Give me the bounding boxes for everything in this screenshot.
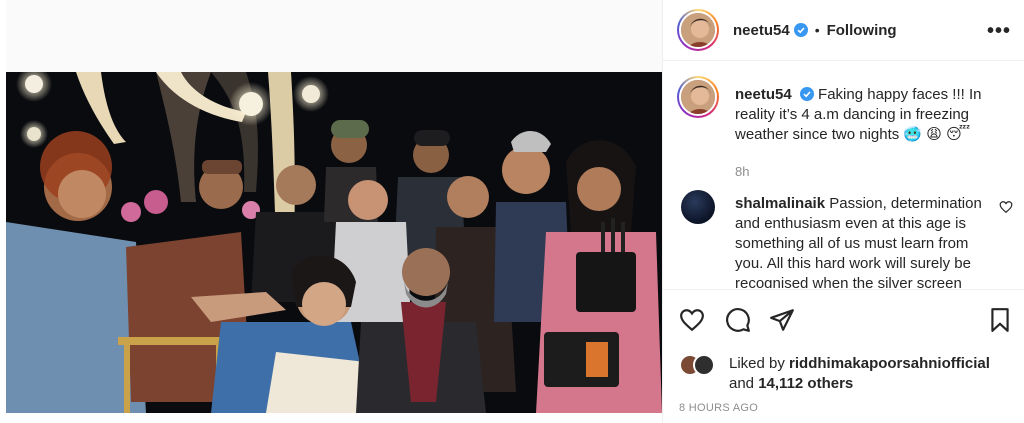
caption-avatar[interactable] [677,76,719,118]
post-actions: Liked by riddhimakapoorsahniofficial and… [663,289,1024,423]
more-options-icon[interactable]: ••• [987,20,1011,43]
caption-username[interactable]: neetu54 [735,86,792,103]
post-timestamp[interactable]: 8 HOURS AGO [679,402,758,414]
verified-badge-icon [799,87,814,101]
post-header: neetu54 • Following ••• [663,0,1024,61]
share-icon[interactable] [769,307,795,333]
caption-text: neetu54 Faking happy faces !!! In realit… [735,85,1007,145]
post-side-panel: neetu54 • Following ••• neetu54 Faking h… [662,0,1024,423]
like-heart-icon[interactable] [679,307,705,333]
liked-by-user[interactable]: riddhimakapoorsahniofficial [789,355,990,372]
comments-section: neetu54 Faking happy faces !!! In realit… [663,62,1024,288]
comment-text: shalmalinaik Passion, determination and … [735,194,997,288]
caption-timestamp[interactable]: 8h [735,164,749,179]
liked-by-avatars[interactable] [679,354,723,378]
post-viewer: neetu54 • Following ••• neetu54 Faking h… [0,0,1024,423]
liker-avatar[interactable] [693,354,715,376]
media-backdrop [6,0,662,72]
comment-icon[interactable] [725,307,751,333]
author-username[interactable]: neetu54 [733,22,790,39]
liked-by-and: and [729,375,755,392]
likes-text: Liked by riddhimakapoorsahniofficial and… [729,354,1024,394]
comment-like-icon[interactable] [999,200,1013,214]
commenter-avatar[interactable] [681,190,715,224]
verified-badge-icon [793,23,808,37]
save-bookmark-icon[interactable] [987,307,1013,333]
author-avatar[interactable] [677,9,719,51]
likes-count[interactable]: 14,112 others [758,375,853,392]
post-media-area [6,0,662,423]
separator-dot: • [814,22,820,38]
commenter-username[interactable]: shalmalinaik [735,195,825,212]
post-photo[interactable] [6,72,662,413]
following-button[interactable]: Following [827,22,897,39]
liked-by-prefix: Liked by [729,355,785,372]
